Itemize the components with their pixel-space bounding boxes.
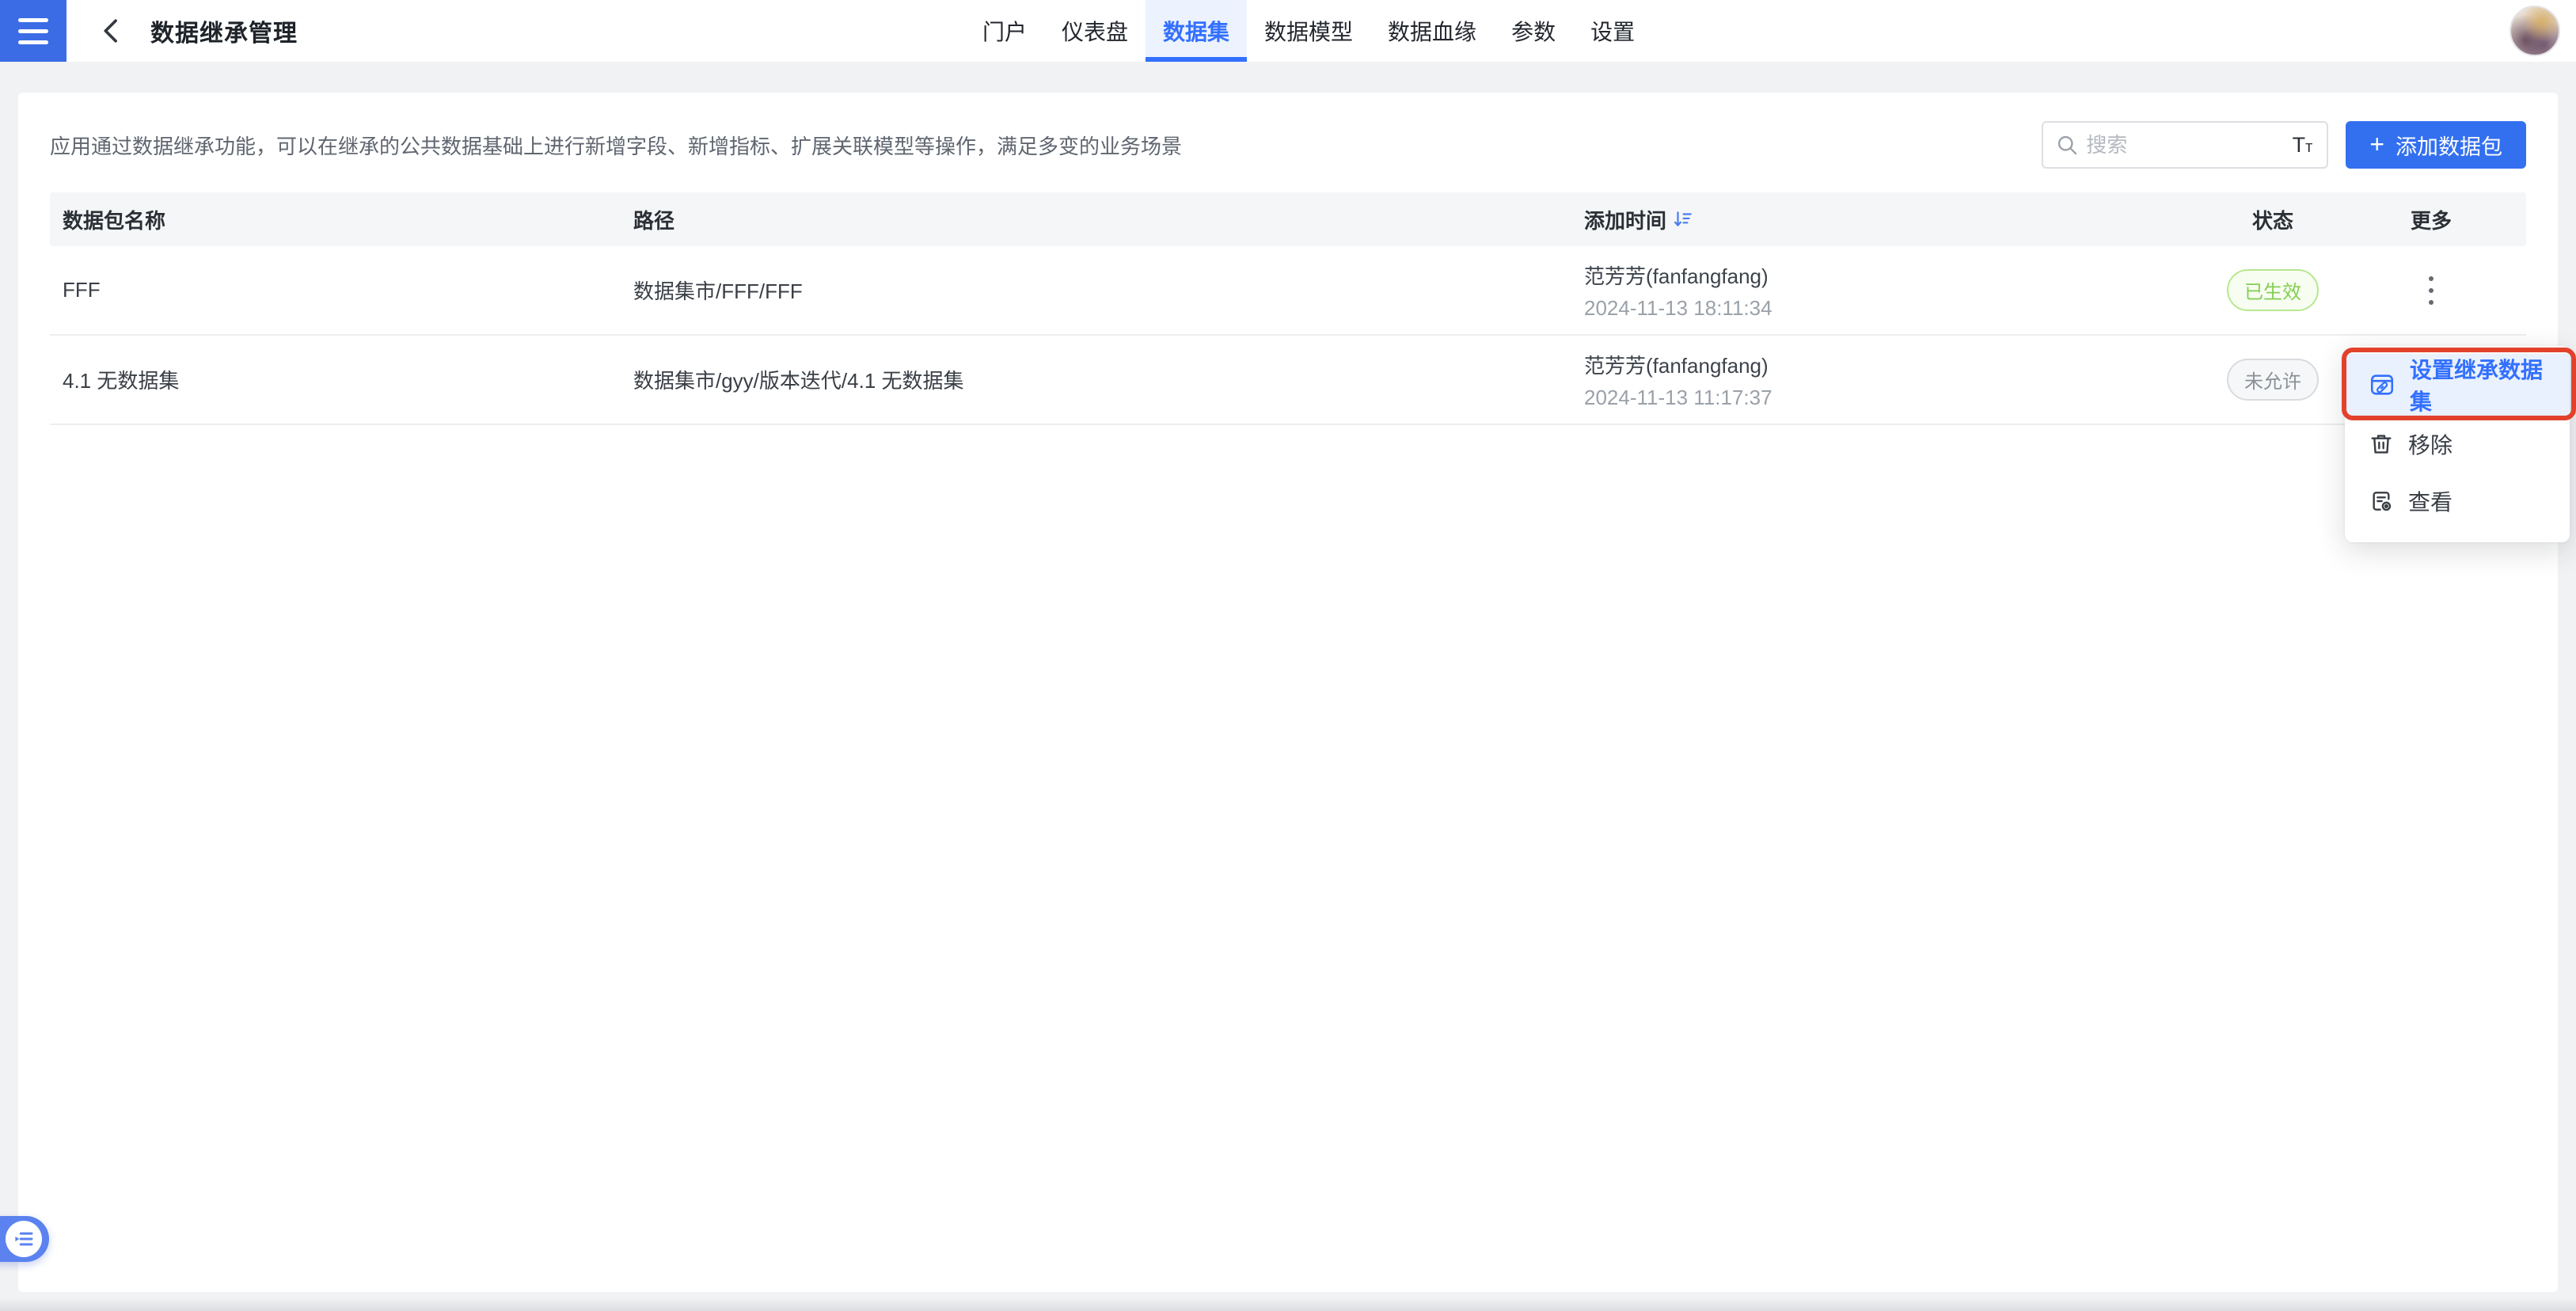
added-timestamp: 2024-11-13 11:17:37 [1584, 386, 1772, 410]
page-title: 数据继承管理 [150, 13, 298, 48]
col-header-name: 数据包名称 [50, 205, 633, 234]
table-row[interactable]: FFF 数据集市/FFF/FFF 范芳芳(fanfangfang) 2024-1… [50, 246, 2526, 336]
tab-portal[interactable]: 门户 [965, 0, 1044, 62]
owner-name: 范芳芳(fanfangfang) [1584, 260, 1772, 290]
more-actions-button[interactable] [2416, 268, 2446, 313]
cell-added-time: 范芳芳(fanfangfang) 2024-11-13 11:17:37 [1584, 350, 2209, 410]
tab-parameters[interactable]: 参数 [1494, 0, 1573, 62]
toolbar: 应用通过数据继承功能，可以在继承的公共数据基础上进行新增字段、新增指标、扩展关联… [18, 93, 2558, 169]
view-icon [2369, 488, 2394, 514]
match-case-toggle-icon[interactable]: Tт [2293, 133, 2313, 158]
menu-item-remove[interactable]: 移除 [2345, 416, 2570, 473]
app-header: 数据继承管理 门户 仪表盘 数据集 数据模型 数据血缘 参数 设置 [0, 0, 2576, 62]
owner-name: 范芳芳(fanfangfang) [1584, 350, 1772, 379]
cell-path: 数据集市/gyy/版本迭代/4.1 无数据集 [633, 365, 1584, 394]
menu-item-label: 设置继承数据集 [2410, 353, 2546, 416]
inherit-dataset-icon [2369, 371, 2396, 398]
back-button[interactable] [98, 17, 127, 45]
content-card: 应用通过数据继承功能，可以在继承的公共数据基础上进行新增字段、新增指标、扩展关联… [18, 93, 2558, 1292]
cell-package-name: FFF [50, 278, 633, 302]
menu-item-set-inherit-dataset[interactable]: 设置继承数据集 [2345, 354, 2570, 416]
cell-added-time: 范芳芳(fanfangfang) 2024-11-13 18:11:34 [1584, 260, 2209, 321]
col-header-more: 更多 [2336, 205, 2526, 234]
tab-data-lineage[interactable]: 数据血缘 [1370, 0, 1494, 62]
plus-icon: + [2369, 131, 2384, 157]
top-nav: 门户 仪表盘 数据集 数据模型 数据血缘 参数 设置 [965, 0, 1652, 62]
list-panel-icon [6, 1221, 42, 1257]
status-badge: 已生效 [2227, 269, 2319, 311]
col-header-status: 状态 [2209, 205, 2336, 234]
window-bottom-edge [0, 1298, 2576, 1311]
menu-item-label: 查看 [2408, 485, 2453, 517]
user-avatar[interactable] [2510, 6, 2560, 56]
floating-panel-toggle[interactable] [0, 1216, 49, 1262]
add-data-package-label: 添加数据包 [2396, 130, 2502, 161]
cell-package-name: 4.1 无数据集 [50, 365, 633, 394]
tab-settings[interactable]: 设置 [1573, 0, 1652, 62]
tab-dashboard[interactable]: 仪表盘 [1044, 0, 1146, 62]
tab-dataset[interactable]: 数据集 [1146, 0, 1247, 62]
chevron-left-icon [98, 17, 122, 44]
cell-path: 数据集市/FFF/FFF [633, 276, 1584, 305]
sort-descending-icon[interactable] [1673, 209, 1693, 230]
tab-data-model[interactable]: 数据模型 [1247, 0, 1370, 62]
trash-icon [2369, 431, 2394, 457]
data-package-table: 数据包名称 路径 添加时间 状态 更多 FFF 数据集市/FFF/FFF 范芳芳… [50, 192, 2526, 425]
add-data-package-button[interactable]: + 添加数据包 [2346, 121, 2526, 169]
table-row[interactable]: 4.1 无数据集 数据集市/gyy/版本迭代/4.1 无数据集 范芳芳(fanf… [50, 336, 2526, 425]
hamburger-menu-icon[interactable] [0, 0, 66, 62]
added-timestamp: 2024-11-13 18:11:34 [1584, 296, 1772, 321]
search-box[interactable]: Tт [2042, 121, 2328, 169]
search-input[interactable] [2086, 133, 2292, 158]
row-context-menu: 设置继承数据集 移除 查看 [2345, 346, 2570, 542]
col-header-time[interactable]: 添加时间 [1584, 205, 2209, 234]
menu-item-label: 移除 [2408, 428, 2453, 460]
table-header-row: 数据包名称 路径 添加时间 状态 更多 [50, 192, 2526, 246]
search-icon [2056, 134, 2078, 156]
status-badge: 未允许 [2227, 359, 2319, 401]
feature-description: 应用通过数据继承功能，可以在继承的公共数据基础上进行新增字段、新增指标、扩展关联… [50, 131, 1182, 160]
col-header-path: 路径 [633, 205, 1584, 234]
menu-item-view[interactable]: 查看 [2345, 473, 2570, 530]
